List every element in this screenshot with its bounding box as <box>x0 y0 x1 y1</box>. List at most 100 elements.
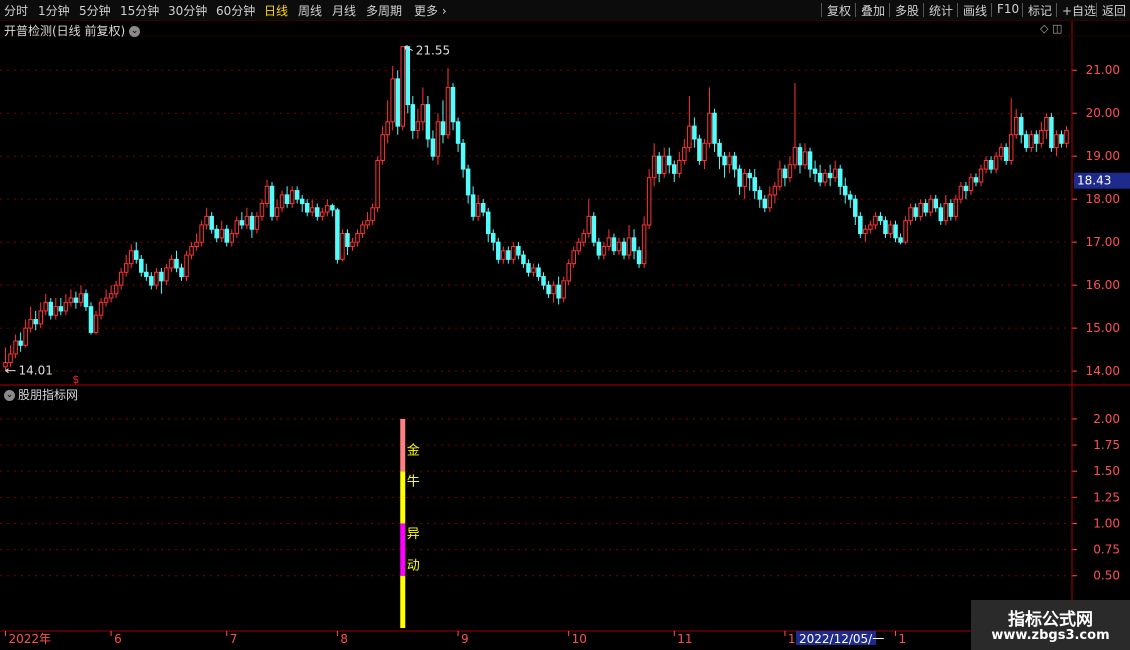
candle-90 <box>455 117 461 152</box>
candle-115 <box>581 229 587 247</box>
candle-body <box>762 198 768 209</box>
period-tab-0[interactable]: 分时 <box>4 2 28 19</box>
indicator-grid <box>0 418 1072 577</box>
candle-body <box>672 164 677 174</box>
candle-body <box>888 224 893 235</box>
candle-100 <box>506 246 511 264</box>
candle-body <box>395 78 400 127</box>
candle-137 <box>692 117 697 148</box>
candle-body <box>988 159 994 170</box>
candle-161 <box>812 160 818 182</box>
candle-body <box>893 224 898 239</box>
candle-210 <box>1059 130 1064 148</box>
candle-211 <box>1064 126 1069 148</box>
candle-37 <box>189 242 194 260</box>
toolbar-button-5[interactable]: F10 <box>997 2 1019 16</box>
toolbar-button-2[interactable]: 多股 <box>895 2 919 19</box>
candle-85 <box>430 130 436 161</box>
candle-176 <box>888 220 893 238</box>
candle-105 <box>531 263 536 277</box>
candle-body <box>315 207 320 217</box>
candle-body <box>480 202 486 213</box>
candle-51 <box>259 199 265 221</box>
candle-158 <box>797 143 803 174</box>
ind-tick-label-2: 1.00 <box>1093 516 1120 530</box>
candle-body <box>682 147 687 161</box>
candle-33 <box>169 255 174 273</box>
candle-body <box>239 220 245 226</box>
candle-110 <box>556 276 561 305</box>
candle-body <box>516 245 521 256</box>
candle-body <box>320 211 325 217</box>
candle-112 <box>566 259 571 286</box>
candle-196 <box>988 156 994 174</box>
candle-body <box>133 250 139 260</box>
candle-body <box>385 121 390 136</box>
price-tick-label-4: 18.00 <box>1086 192 1120 206</box>
chevron-down-icon[interactable]: ⌄ <box>4 390 15 401</box>
period-tab-10[interactable]: 更多 › <box>414 2 447 19</box>
candle-163 <box>822 169 828 187</box>
candle-body <box>742 172 747 187</box>
candle-119 <box>601 242 607 260</box>
candle-body <box>747 172 752 179</box>
period-tab-8[interactable]: 月线 <box>332 2 356 19</box>
candle-53 <box>269 181 275 221</box>
candle-203 <box>1023 130 1029 152</box>
diamond-icon[interactable]: ◇ <box>1040 22 1048 35</box>
period-tab-6[interactable]: 日线 <box>264 2 288 19</box>
candle-76 <box>385 100 390 144</box>
candle-132 <box>666 147 672 174</box>
panel-frame <box>0 20 1130 645</box>
period-tab-5[interactable]: 60分钟 <box>216 2 255 19</box>
chevron-down-icon[interactable]: ⌄ <box>129 26 141 37</box>
current-price-label: 18.43 <box>1077 174 1111 188</box>
candle-98 <box>496 237 501 264</box>
candle-142 <box>717 139 722 170</box>
toolbar-button-7[interactable]: +自选 <box>1062 2 1096 19</box>
toolbar-button-8[interactable]: 返回 <box>1102 2 1126 19</box>
toolbar-button-6[interactable]: 标记 <box>1028 2 1052 19</box>
toolbar-button-1[interactable]: 叠加 <box>861 2 885 19</box>
candle-117 <box>591 212 597 247</box>
candle-body <box>274 207 280 217</box>
candle-114 <box>576 237 582 256</box>
period-tab-3[interactable]: 15分钟 <box>120 2 159 19</box>
period-tab-4[interactable]: 30分钟 <box>168 2 207 19</box>
candle-169 <box>853 194 858 225</box>
candle-body <box>470 194 476 217</box>
candle-body <box>18 340 23 346</box>
candle-body <box>501 250 506 260</box>
candle-65 <box>330 203 335 217</box>
candle-14 <box>73 291 79 309</box>
window-toggle-icon[interactable]: ◫ <box>1052 22 1062 35</box>
candle-body <box>375 159 380 209</box>
candle-73 <box>370 203 375 225</box>
toolbar-button-4[interactable]: 画线 <box>963 2 987 19</box>
candle-body <box>365 220 370 226</box>
candle-body <box>958 185 964 200</box>
annotations: 21.55 14.01 $ <box>5 44 450 386</box>
candle-10 <box>53 298 59 320</box>
candle-208 <box>1049 113 1054 152</box>
toolbar-button-3[interactable]: 统计 <box>929 2 953 19</box>
toolbar-button-0[interactable]: 复权 <box>827 2 851 19</box>
candle-201 <box>1013 108 1019 140</box>
candle-body <box>727 155 732 166</box>
period-tab-7[interactable]: 周线 <box>298 2 322 19</box>
price-tick-label-2: 16.00 <box>1086 278 1120 292</box>
candle-body <box>953 198 959 217</box>
period-tab-1[interactable]: 1分钟 <box>38 2 70 19</box>
period-tab-2[interactable]: 5分钟 <box>79 2 111 19</box>
candle-body <box>485 211 491 235</box>
panel-tools: ◇ ◫ <box>1040 22 1062 35</box>
candle-body <box>390 78 395 123</box>
period-tab-9[interactable]: 多周期 <box>366 2 402 19</box>
candlestick-series[interactable] <box>3 46 1069 371</box>
candle-body <box>370 207 375 222</box>
candle-body <box>1064 129 1069 144</box>
candle-body <box>1023 134 1029 149</box>
candle-body <box>546 284 551 295</box>
candle-183 <box>923 199 928 217</box>
candle-126 <box>636 246 642 268</box>
